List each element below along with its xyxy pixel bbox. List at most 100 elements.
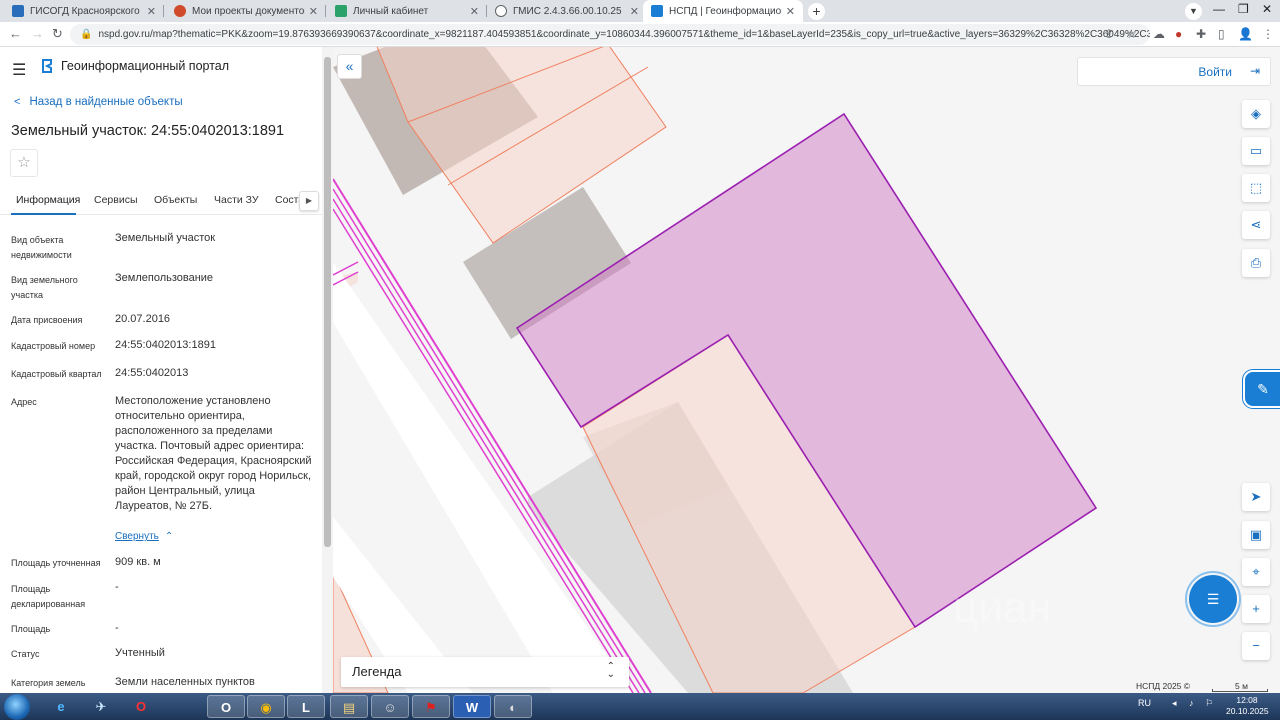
side-widget-icon[interactable]: ✎ [1243,370,1280,408]
tab-information[interactable]: Информация [16,194,80,206]
opera-browser-icon[interactable]: O [122,695,160,718]
property-value: Землепользование [115,272,214,284]
collapse-address-link[interactable]: Свернуть ⌃ [115,531,173,542]
back-to-results-link[interactable]: < Назад в найденные объекты [14,96,183,108]
extension-cloud-icon[interactable]: ☁ [1153,27,1165,41]
property-label: Дата присвоения [11,315,83,325]
property-value: 24:55:0402013 [115,367,189,379]
chevron-up-icon: ⌃ [164,531,174,542]
property-label: Адрес [11,397,37,407]
expand-arrows-icon: ⌃ ⌄ [606,661,615,680]
close-tab-icon[interactable]: ✕ [309,5,318,18]
login-bar[interactable]: Войти ⇥ [1077,57,1271,86]
taskbar-app-icon[interactable]: ✈ [82,695,120,718]
browser-tab-label: Личный кабинет [353,5,429,17]
file-explorer-icon[interactable]: ▤ [330,695,368,718]
word-icon[interactable]: W [453,695,491,718]
new-tab-button[interactable]: + [808,3,825,20]
cabinet-favicon-icon [335,5,347,17]
panel-scrollbar[interactable] [322,47,333,693]
info-tabs: Информация Сервисы Объекты Части ЗУ Сост… [0,187,322,215]
minimize-icon[interactable]: — [1213,2,1225,16]
tab-objects[interactable]: Объекты [154,194,197,206]
scale-bar [1212,689,1268,692]
clock-time: 12:08 [1236,695,1258,705]
close-tab-icon[interactable]: ✕ [470,5,479,18]
bookmark-star-icon[interactable]: ☆ [1126,27,1137,41]
browser-tab-cabinet[interactable]: Личный кабинет ✕ [327,0,487,22]
tray-arrow-icon[interactable]: ◂ [1172,698,1177,709]
close-tab-icon[interactable]: ✕ [786,5,795,18]
geolocation-icon[interactable]: ⌖ [1242,558,1270,586]
chat-icon[interactable]: ☰ [1189,575,1237,623]
property-value: 20.07.2016 [115,313,171,325]
ie-browser-icon[interactable]: e [42,695,80,718]
chrome-browser-icon[interactable]: ◉ [247,695,285,718]
tabs-scroll-right-icon[interactable]: ▶ [299,191,319,211]
share-icon[interactable]: ⇪ [1104,27,1114,41]
tab-services[interactable]: Сервисы [94,194,138,206]
address-value: Местоположение установлено относительно … [115,395,312,512]
zoom-out-icon[interactable]: − [1242,632,1270,660]
browser-tab-gisogd[interactable]: ГИСОГД Красноярского края ✕ [4,0,164,22]
browser-tab-projects[interactable]: Мои проекты документов ✕ [166,0,326,22]
login-button[interactable]: Войти [1198,65,1232,79]
scrollbar-thumb[interactable] [324,57,331,547]
address-bar[interactable]: 🔒 nspd.gov.ru/map?thematic=PKK&zoom=19.8… [70,24,1150,45]
ruler-icon[interactable]: ▭ [1242,137,1270,165]
lotus-app-icon[interactable]: L [287,695,325,718]
zoom-in-icon[interactable]: + [1242,595,1270,623]
close-tab-icon[interactable]: ✕ [147,5,156,18]
browser-tab-gmis[interactable]: ГМИС 2.4.3.66.00.10.25 ✕ [487,0,647,22]
map-frame-icon[interactable]: ▣ [1242,521,1270,549]
back-arrow-icon[interactable]: ← [9,26,22,41]
volume-icon[interactable]: ♪ [1189,698,1194,708]
outlook-icon[interactable]: O [207,695,245,718]
hamburger-menu-icon[interactable]: ☰ [12,60,26,80]
close-window-icon[interactable]: ✕ [1262,2,1272,16]
browser-tab-nspd[interactable]: НСПД | Геоинформационный п ✕ [643,0,803,22]
map-canvas[interactable]: циан [333,47,1280,693]
close-tab-icon[interactable]: ✕ [630,5,639,18]
action-center-icon[interactable]: ⚐ [1205,698,1213,709]
maximize-icon[interactable]: ❐ [1238,2,1249,16]
reload-icon[interactable]: ↻ [52,26,63,42]
forward-arrow-icon[interactable]: → [31,26,44,41]
print-icon[interactable]: ⎙ [1242,249,1270,277]
portal-logo-icon [42,59,52,73]
object-info-panel: ☰ Геоинформационный портал < Назад в найд… [0,47,333,693]
legend-dropdown[interactable]: Легенда ⌃ ⌄ [341,657,629,687]
login-icon: ⇥ [1249,64,1260,78]
windows-taskbar: e ✈ O O ◉ L ▤ ☺ ⚑ W ◐ RU ◂ ♪ ⚐ 12:08 20.… [0,693,1280,720]
navigate-arrow-icon[interactable]: ➤ [1242,483,1270,511]
side-panel-icon[interactable]: ▯ [1218,27,1225,41]
start-button[interactable] [4,694,30,720]
property-value: Земли населенных пунктов [115,676,255,688]
browser-menu-icon[interactable]: ⋮ [1262,27,1274,41]
tab-parcel-parts[interactable]: Части ЗУ [214,194,259,206]
watermark-logo: циан [953,583,1052,632]
extensions-puzzle-icon[interactable]: ✚ [1196,27,1206,41]
taskbar-app-icon[interactable]: ☺ [371,695,409,718]
language-indicator[interactable]: RU [1138,698,1151,708]
tab-search-icon[interactable]: ▼ [1185,3,1202,20]
system-clock[interactable]: 12:08 20.10.2025 [1226,695,1269,717]
property-value: - [115,622,119,634]
profile-icon[interactable]: 👤 [1238,27,1253,41]
property-label: Вид объекта недвижимости [11,235,72,260]
property-label: Площадь [11,624,51,634]
clock-date: 20.10.2025 [1226,706,1269,716]
property-value: 909 кв. м [115,556,161,568]
collapse-panel-icon[interactable]: « [337,54,362,79]
favorite-star-icon[interactable]: ☆ [10,149,38,177]
pdf-reader-icon[interactable]: ⚑ [412,695,450,718]
paint-app-icon[interactable]: ◐ [494,695,532,718]
share-icon[interactable]: ⋖ [1242,211,1270,239]
layers-icon[interactable]: ◈ [1242,100,1270,128]
select-area-icon[interactable]: ⬚ [1242,174,1270,202]
url-text: nspd.gov.ru/map?thematic=PKK&zoom=19.876… [98,29,1150,40]
extension-ladybug-icon[interactable]: ● [1175,27,1182,41]
tab-composition[interactable]: Соста [275,194,301,206]
active-tab-underline [11,213,76,215]
lock-icon: 🔒 [80,29,93,40]
